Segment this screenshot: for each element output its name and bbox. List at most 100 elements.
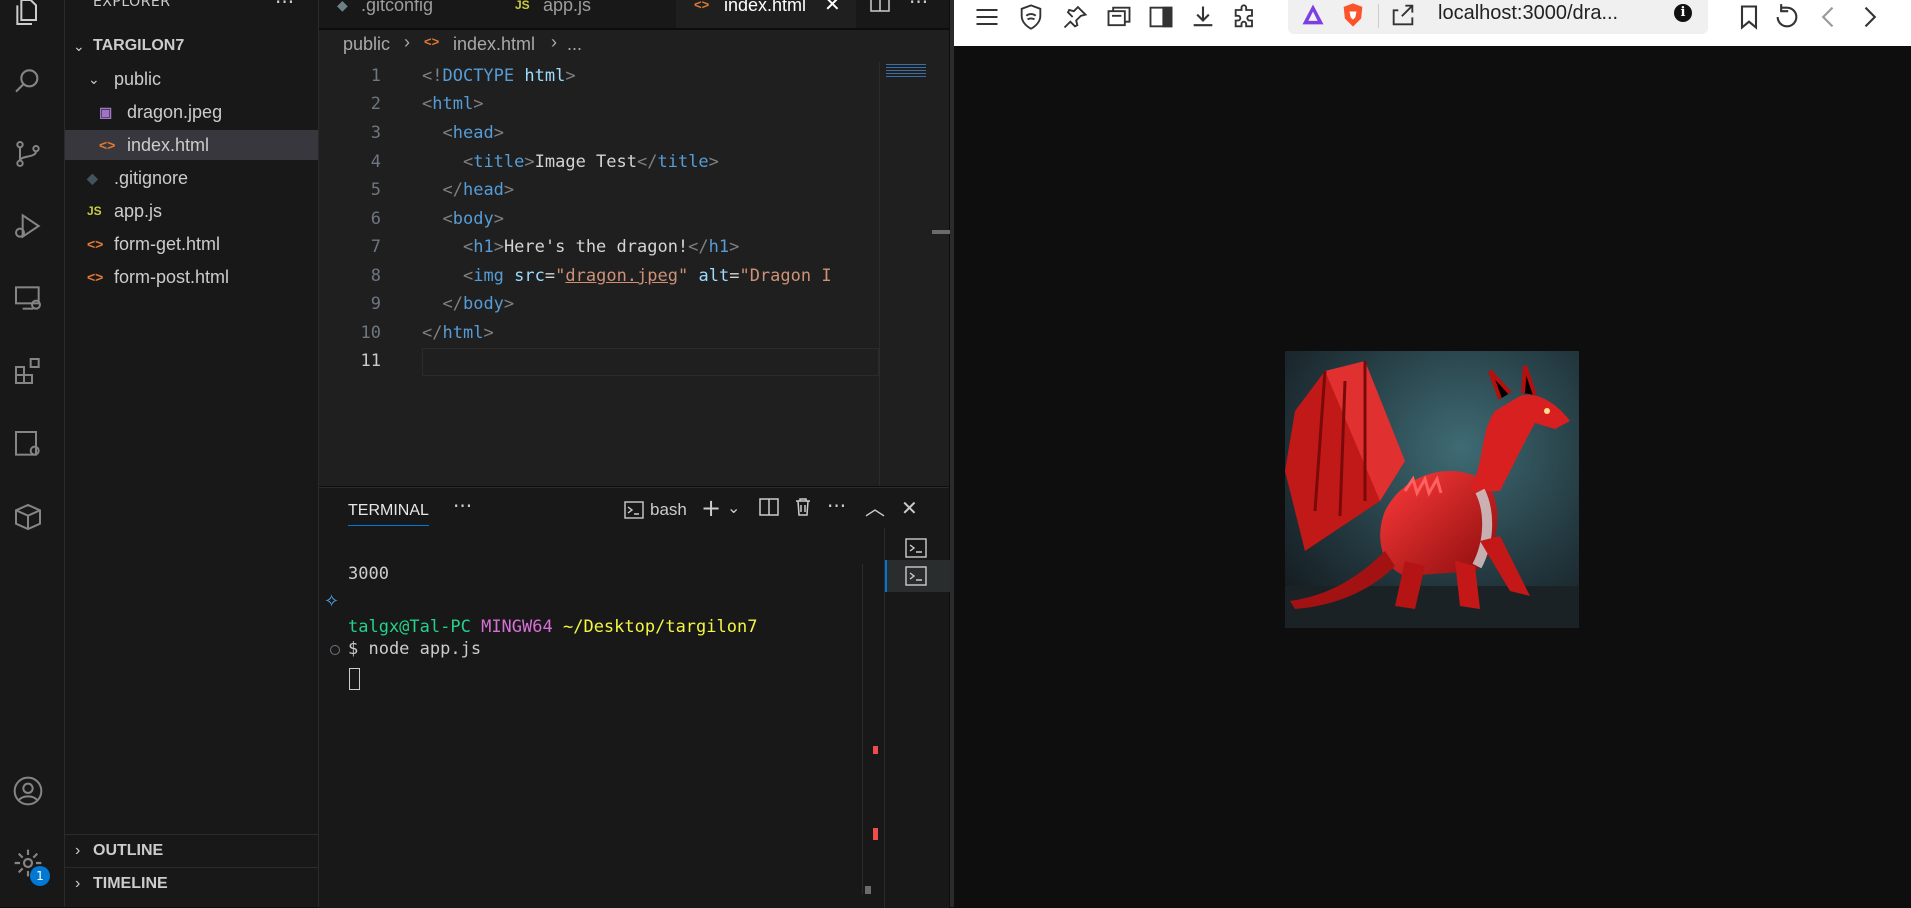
terminal-command: $ node app.js	[348, 639, 482, 659]
more-actions-icon[interactable]: ···	[275, 0, 294, 14]
scrollbar-thumb[interactable]	[865, 886, 871, 894]
download-icon[interactable]	[1188, 2, 1218, 32]
add-terminal-icon[interactable]: +	[701, 494, 721, 522]
tab-label: .gitconfig	[361, 0, 434, 15]
bookmark-icon[interactable]	[1734, 2, 1764, 32]
folder-label: public	[114, 69, 162, 89]
terminal-instance-2[interactable]	[885, 560, 952, 592]
sidebar-icon[interactable]	[1146, 2, 1176, 32]
separator	[1378, 4, 1379, 28]
line-number: 3	[370, 123, 381, 143]
html-file-icon: <>	[87, 236, 104, 252]
sparkle-icon[interactable]: ✧	[324, 591, 339, 612]
maximize-panel-icon[interactable]: ︿	[865, 492, 885, 521]
run-debug-icon[interactable]	[12, 210, 44, 242]
more-actions-icon[interactable]: ···	[827, 494, 846, 518]
chevron-down-icon: ⌄	[73, 38, 85, 54]
menu-icon[interactable]	[972, 2, 1002, 32]
code-line: <img src="dragon.jpeg" alt="Dragon I	[462, 266, 832, 286]
tab-label: index.html	[724, 0, 807, 15]
outline-section[interactable]: › OUTLINE	[65, 834, 318, 867]
chevron-down-icon[interactable]: ⌄	[727, 498, 740, 517]
tab-terminal[interactable]: TERMINAL	[348, 502, 429, 526]
more-actions-icon[interactable]: ···	[453, 494, 472, 518]
file-form-post[interactable]: <> form-post.html	[65, 262, 318, 292]
activity-bar: 1	[0, 0, 65, 907]
file-label: index.html	[127, 135, 210, 155]
pin-icon[interactable]	[1060, 2, 1090, 32]
code-editor[interactable]: 1 2 3 4 5 6 7 8 9 10 11 <!DOCTYPE html> …	[319, 62, 950, 486]
file-index-html[interactable]: <> index.html	[65, 130, 318, 160]
folder-public[interactable]: ⌄ public	[65, 64, 318, 94]
current-line-highlight	[422, 348, 879, 376]
back-icon[interactable]	[1814, 2, 1844, 32]
editor-tab-bar: ◆ .gitconfig JS app.js <> index.html ✕ ·…	[319, 0, 949, 28]
split-editor-icon[interactable]	[869, 0, 891, 18]
section-label: TIMELINE	[93, 875, 168, 892]
minimap[interactable]	[879, 62, 950, 486]
line-number: 11	[360, 351, 381, 371]
split-terminal-icon[interactable]	[759, 498, 779, 520]
trash-icon[interactable]	[794, 497, 812, 521]
tab-index-html[interactable]: <> index.html ✕	[676, 0, 856, 28]
close-icon[interactable]: ✕	[824, 0, 841, 15]
tab-gitconfig[interactable]: ◆ .gitconfig	[319, 0, 494, 28]
timeline-section[interactable]: › TIMELINE	[65, 867, 318, 900]
share-icon[interactable]	[1388, 0, 1418, 30]
terminal-cursor	[349, 668, 360, 690]
project-root[interactable]: ⌄ TARGILON7	[65, 31, 318, 61]
line-number: 9	[370, 294, 381, 314]
extensions-icon[interactable]	[1230, 2, 1260, 32]
command-decoration-icon[interactable]	[330, 645, 340, 655]
code-line: </head>	[442, 180, 515, 200]
terminal-prompt: talgx@Tal-PC MINGW64 ~/Desktop/targilon7	[348, 617, 758, 637]
shield-icon[interactable]	[1016, 2, 1046, 32]
file-gitignore[interactable]: ◆ .gitignore	[65, 163, 318, 193]
rewards-icon[interactable]	[1298, 0, 1328, 30]
chevron-right-icon: ›	[75, 875, 81, 892]
extensions-icon[interactable]	[12, 355, 44, 387]
shell-selector[interactable]: bash	[624, 500, 687, 520]
code-line: <body>	[442, 209, 504, 229]
url-text[interactable]: localhost:3000/dra...	[1438, 2, 1618, 25]
close-panel-icon[interactable]: ✕	[901, 496, 918, 520]
tab-groups-icon[interactable]	[1104, 2, 1134, 32]
error-marker	[873, 746, 878, 754]
address-bar[interactable]: localhost:3000/dra... i	[1288, 0, 1708, 34]
terminal-instance-1[interactable]	[905, 538, 927, 562]
breadcrumb-folder[interactable]: public	[343, 34, 390, 55]
line-number: 6	[370, 209, 381, 229]
forward-icon[interactable]	[1854, 2, 1884, 32]
code-line: </body>	[442, 294, 515, 314]
git-file-icon: ◆	[87, 170, 98, 186]
tab-app-js[interactable]: JS app.js	[495, 0, 675, 28]
package-icon[interactable]	[12, 501, 44, 533]
source-control-icon[interactable]	[12, 138, 44, 170]
file-app-js[interactable]: JS app.js	[65, 196, 318, 226]
reload-icon[interactable]	[1772, 2, 1802, 32]
file-dragon-jpeg[interactable]: ▣ dragon.jpeg	[65, 97, 318, 127]
breadcrumb-symbol[interactable]: ...	[567, 34, 582, 55]
brave-shield-icon[interactable]	[1338, 0, 1368, 30]
breadcrumb-file[interactable]: index.html	[453, 34, 535, 55]
error-marker	[873, 828, 878, 840]
js-file-icon: JS	[515, 0, 530, 12]
explorer-icon[interactable]	[12, 0, 44, 28]
search-icon[interactable]	[12, 65, 44, 97]
gear-file-icon: ◆	[337, 0, 348, 13]
code-line: </html>	[422, 323, 494, 343]
more-actions-icon[interactable]: ···	[909, 0, 928, 14]
file-form-get[interactable]: <> form-get.html	[65, 229, 318, 259]
account-icon[interactable]	[12, 775, 44, 807]
settings-sync-icon[interactable]	[12, 428, 44, 460]
explorer-sidebar: EXPLORER ··· ⌄ TARGILON7 ⌄ public ▣ drag…	[65, 0, 319, 907]
terminal-scrollbar[interactable]	[862, 564, 880, 894]
remote-explorer-icon[interactable]	[12, 282, 44, 314]
scrollbar-thumb[interactable]	[932, 230, 950, 234]
notification-badge: 1	[30, 866, 50, 886]
dragon-image	[1285, 351, 1579, 628]
info-icon[interactable]: i	[1674, 4, 1692, 22]
breadcrumb: public › <> index.html › ...	[319, 30, 949, 62]
terminal-output: 3000	[348, 564, 389, 584]
line-number: 2	[370, 94, 381, 114]
